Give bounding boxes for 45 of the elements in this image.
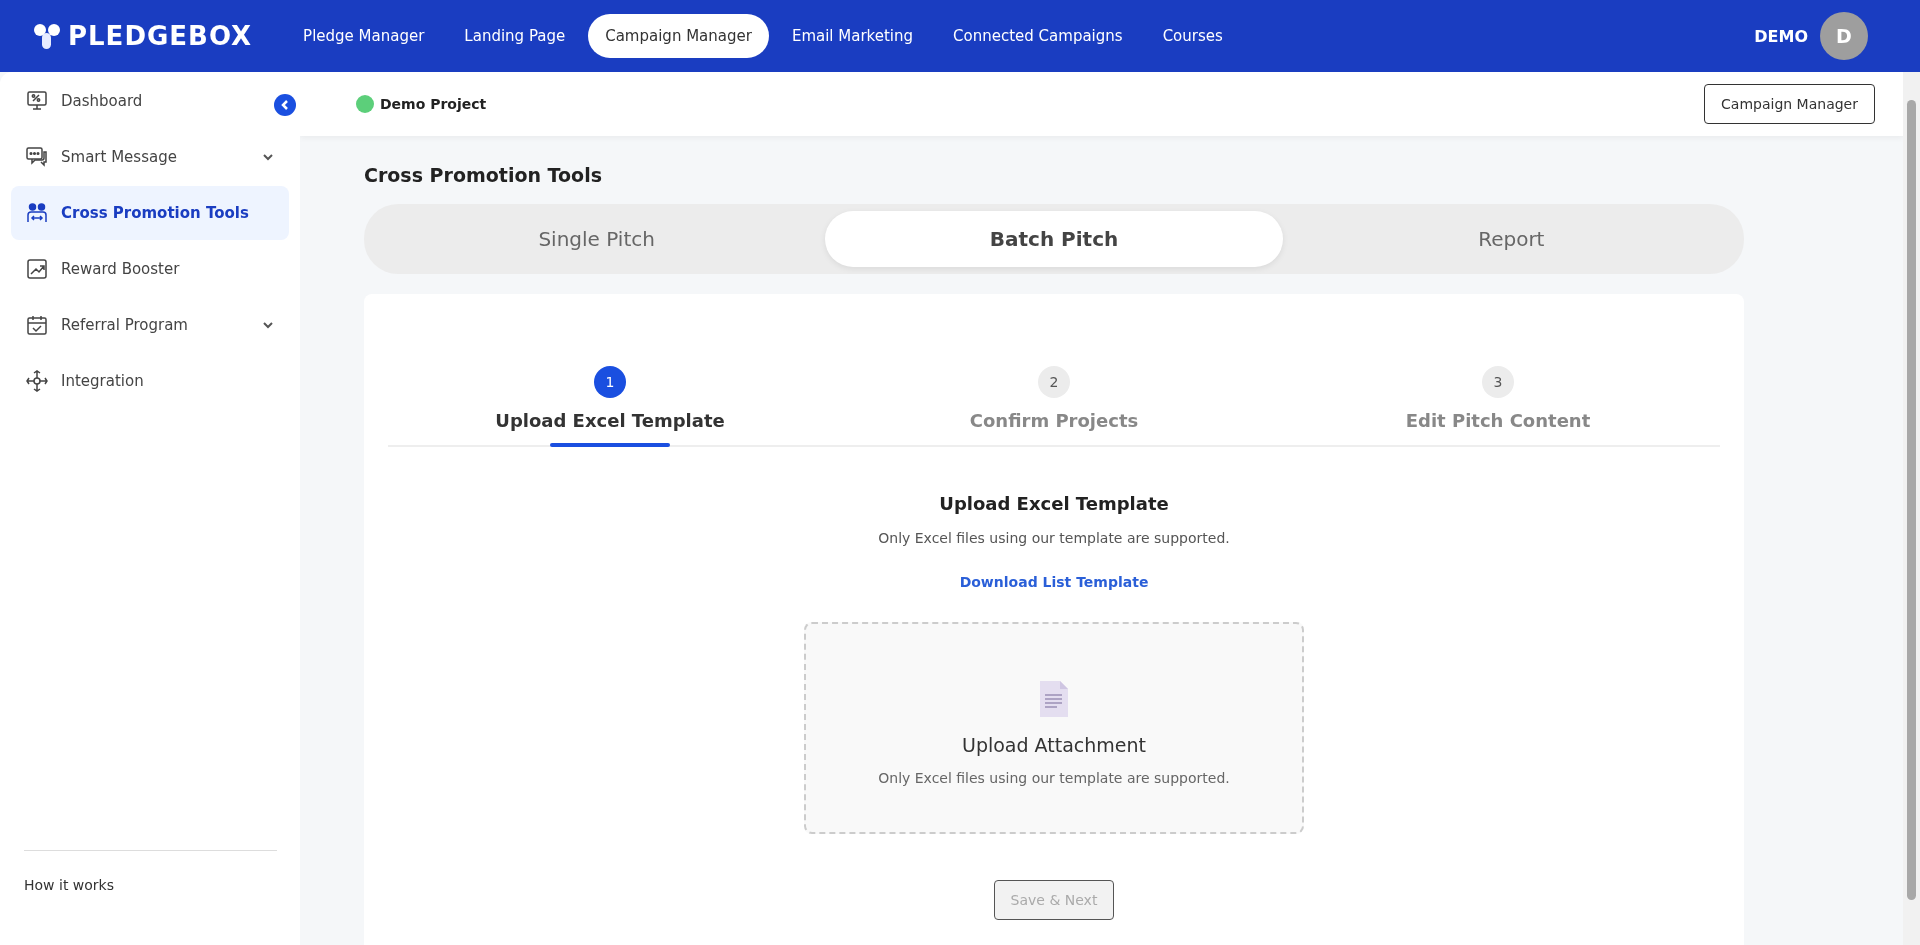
step-number: 3 [1482,366,1514,398]
dropzone-title: Upload Attachment [962,734,1146,756]
logo-icon [32,21,62,51]
tab[interactable]: Batch Pitch [825,211,1283,267]
menu-item-icon [25,201,49,225]
nav-tab[interactable]: Campaign Manager [588,14,769,58]
project-icon [356,95,374,113]
menu-item-icon [25,369,49,393]
tab[interactable]: Report [1282,211,1740,267]
sidebar-item[interactable]: Smart Message [11,130,289,184]
sidebar-item[interactable]: Referral Program [11,298,289,352]
sidebar-item[interactable]: Dashboard [11,74,289,128]
upload-title: Upload Excel Template [939,493,1169,514]
nav-tab[interactable]: Pledge Manager [286,14,442,58]
how-it-works-link[interactable]: How it works [24,877,114,893]
document-icon [1039,680,1069,718]
sidebar-item[interactable]: Cross Promotion Tools [11,186,289,240]
upload-subtitle: Only Excel files using our template are supported. [878,530,1230,546]
step-number: 2 [1038,366,1070,398]
dropzone-hint: Only Excel files using our template are supported. [878,770,1230,786]
menu-item-icon [25,257,49,281]
step-label[interactable]: Confirm Projects [969,410,1139,431]
download-template-link[interactable]: Download List Template [959,574,1149,590]
logo-text: PLEDGEBOX [68,21,253,51]
page-title: Cross Promotion Tools [364,164,603,186]
sidebar-item[interactable]: Reward Booster [11,242,289,296]
upload-dropzone[interactable]: Upload Attachment Only Excel files using our template are supported. [804,622,1304,834]
menu-item-icon [25,145,49,169]
project-name: Demo Project [380,96,488,112]
tab[interactable]: Single Pitch [368,211,826,267]
step-label[interactable]: Upload Excel Template [495,410,725,431]
nav-tab[interactable]: Courses [1145,14,1240,58]
nav-tab[interactable]: Email Marketing [774,14,931,58]
user-name: DEMO [1754,26,1808,46]
sidebar-item[interactable]: Integration [11,354,289,408]
step-label[interactable]: Edit Pitch Content [1405,410,1591,431]
collapse-button[interactable] [274,94,296,116]
step-number: 1 [594,366,626,398]
scrollbar-thumb[interactable] [1907,100,1916,900]
menu-item-icon [25,313,49,337]
nav-tab[interactable]: Connected Campaigns [936,14,1140,58]
campaign-manager-button[interactable]: Campaign Manager [1704,84,1875,124]
menu-item-icon [25,89,49,113]
chevron-left-icon[interactable] [279,99,291,111]
nav-tab[interactable]: Landing Page [447,14,583,58]
